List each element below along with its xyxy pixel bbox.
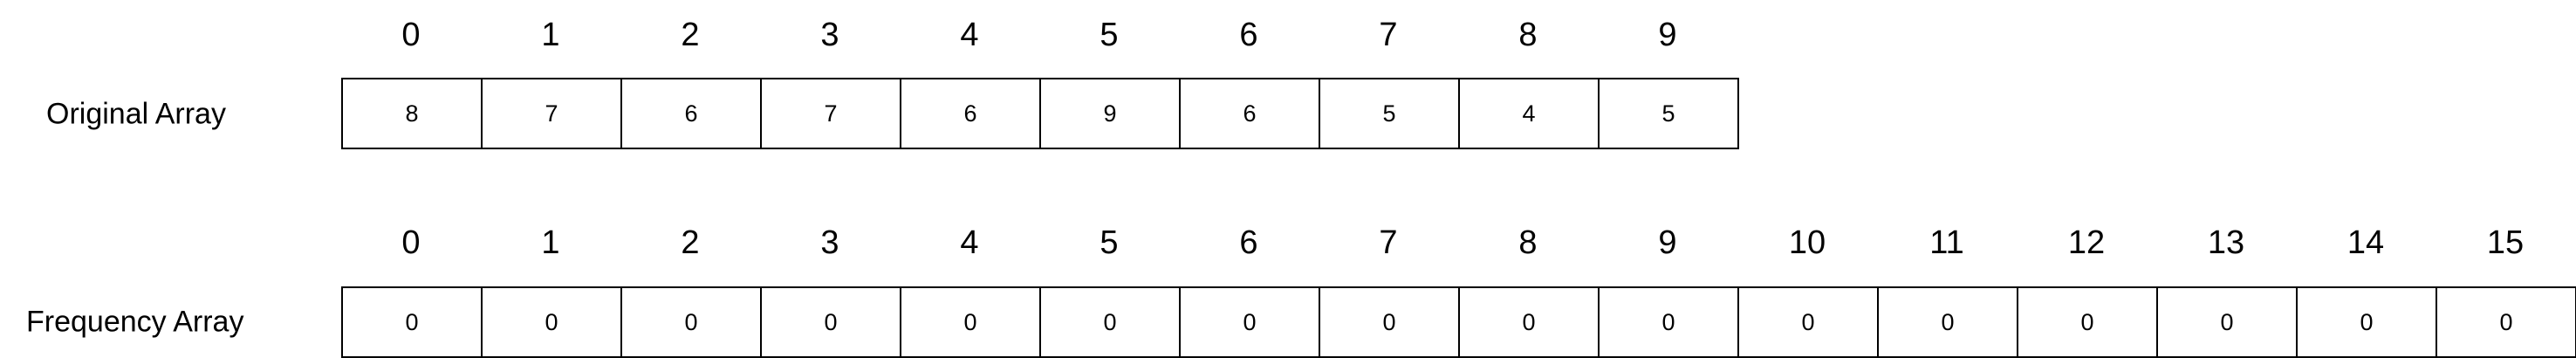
frequency-index-15: 15 <box>2486 224 2525 261</box>
frequency-cell-8: 0 <box>1460 286 1600 358</box>
frequency-cell-12: 0 <box>2018 286 2158 358</box>
frequency-cell-5: 0 <box>1041 286 1181 358</box>
frequency-cell-7: 0 <box>1320 286 1460 358</box>
original-index-2: 2 <box>681 17 700 53</box>
frequency-index-6: 6 <box>1239 224 1258 261</box>
original-index-3: 3 <box>820 17 839 53</box>
original-index-1: 1 <box>541 17 560 53</box>
frequency-cell-14: 0 <box>2298 286 2437 358</box>
original-index-6: 6 <box>1239 17 1258 53</box>
original-array-label: Original Array <box>46 97 226 131</box>
original-cell-0: 8 <box>343 78 483 149</box>
original-cell-5: 9 <box>1041 78 1181 149</box>
frequency-index-2: 2 <box>681 224 700 261</box>
frequency-index-9: 9 <box>1658 224 1677 261</box>
original-cell-1: 7 <box>483 78 622 149</box>
frequency-index-4: 4 <box>960 224 979 261</box>
original-index-5: 5 <box>1100 17 1119 53</box>
frequency-index-0: 0 <box>401 224 421 261</box>
frequency-cell-3: 0 <box>762 286 901 358</box>
original-cell-7: 5 <box>1320 78 1460 149</box>
original-index-9: 9 <box>1658 17 1677 53</box>
original-cell-9: 5 <box>1600 78 1739 149</box>
original-cell-6: 6 <box>1181 78 1320 149</box>
frequency-index-5: 5 <box>1100 224 1119 261</box>
original-index-4: 4 <box>960 17 979 53</box>
frequency-index-3: 3 <box>820 224 839 261</box>
frequency-cell-0: 0 <box>343 286 483 358</box>
frequency-index-14: 14 <box>2346 224 2385 261</box>
frequency-index-7: 7 <box>1379 224 1398 261</box>
frequency-index-11: 11 <box>1929 224 1964 261</box>
original-cell-4: 6 <box>901 78 1041 149</box>
original-cell-3: 7 <box>762 78 901 149</box>
frequency-cell-1: 0 <box>483 286 622 358</box>
frequency-index-10: 10 <box>1788 224 1826 261</box>
frequency-cell-4: 0 <box>901 286 1041 358</box>
frequency-index-8: 8 <box>1518 224 1538 261</box>
frequency-index-1: 1 <box>541 224 560 261</box>
original-cell-8: 4 <box>1460 78 1600 149</box>
frequency-cell-13: 0 <box>2158 286 2298 358</box>
frequency-cell-10: 0 <box>1739 286 1879 358</box>
frequency-cell-2: 0 <box>622 286 762 358</box>
original-array-indices: 0 1 2 3 4 5 6 7 8 9 <box>341 16 1737 54</box>
frequency-array-label: Frequency Array <box>26 305 244 339</box>
frequency-array-cells: 0000000000000000 <box>341 286 2576 358</box>
original-array-cells: 8767696545 <box>341 78 1739 149</box>
original-index-0: 0 <box>401 17 421 53</box>
frequency-index-12: 12 <box>2067 224 2106 261</box>
frequency-cell-6: 0 <box>1181 286 1320 358</box>
original-index-7: 7 <box>1379 17 1398 53</box>
frequency-cell-9: 0 <box>1600 286 1739 358</box>
frequency-cell-15: 0 <box>2437 286 2576 358</box>
original-cell-2: 6 <box>622 78 762 149</box>
frequency-array-indices: 0 1 2 3 4 5 6 7 8 9 10 11 12 13 14 15 <box>341 224 2575 262</box>
original-index-8: 8 <box>1518 17 1538 53</box>
frequency-cell-11: 0 <box>1879 286 2018 358</box>
frequency-index-13: 13 <box>2207 224 2245 261</box>
